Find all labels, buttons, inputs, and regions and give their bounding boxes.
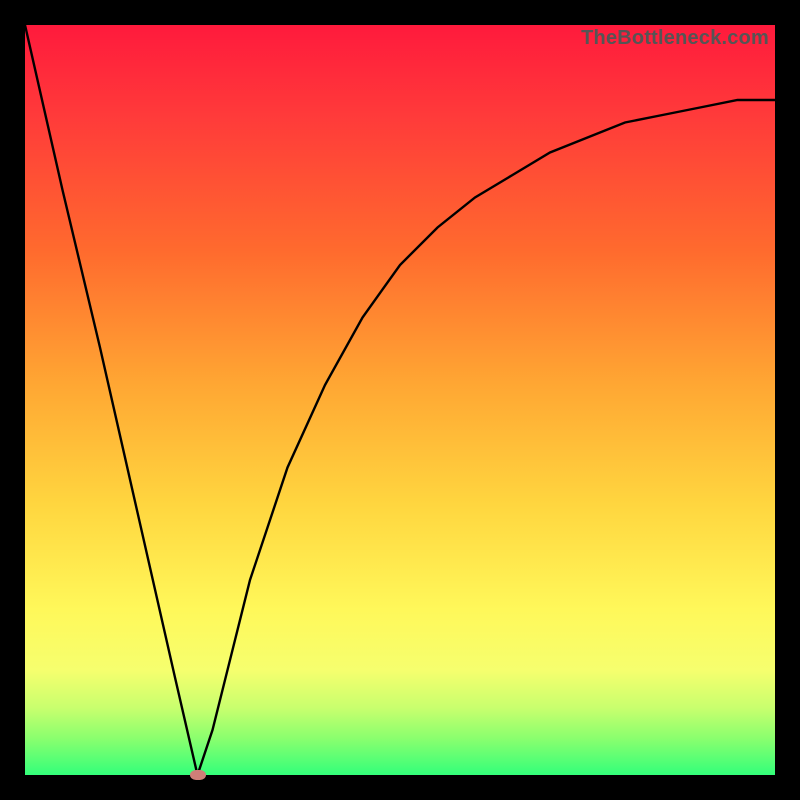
bottleneck-curve-path bbox=[25, 25, 775, 775]
minimum-marker bbox=[190, 770, 206, 780]
plot-area: TheBottleneck.com bbox=[25, 25, 775, 775]
chart-frame: TheBottleneck.com bbox=[0, 0, 800, 800]
curve-layer bbox=[25, 25, 775, 775]
